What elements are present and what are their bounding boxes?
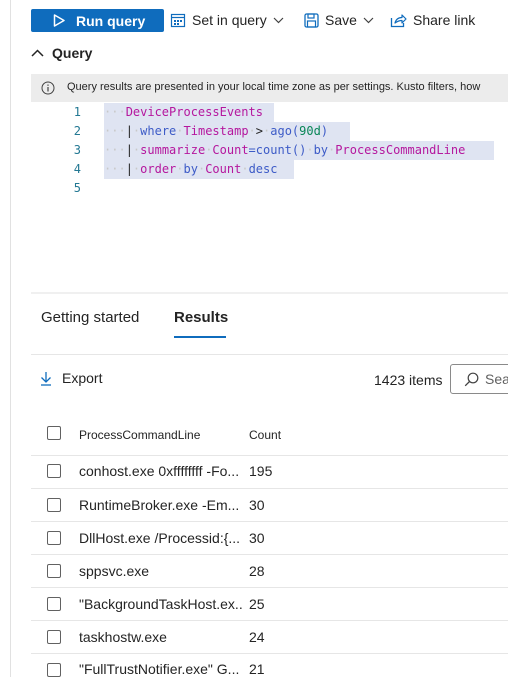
run-query-label: Run query: [76, 13, 146, 29]
alias-token: Count: [205, 162, 242, 176]
run-query-button[interactable]: Run query: [31, 9, 164, 32]
pipe-token: |: [125, 124, 133, 138]
code-line-1: ···DeviceProcessEvents: [104, 105, 263, 119]
command-toolbar: Run query Set in query Save Share link: [0, 0, 508, 40]
search-placeholder: Sea: [485, 371, 508, 387]
row-checkbox[interactable]: [47, 531, 61, 545]
pipe-token: |: [125, 162, 133, 176]
code-line-4: ···|·order·by·Count·desc: [104, 162, 278, 176]
row-divider: [31, 587, 508, 588]
cell-count: 24: [249, 629, 265, 645]
cell-command: "FullTrustNotifier.exe" G...: [79, 661, 240, 677]
header-divider: [31, 455, 508, 456]
row-checkbox[interactable]: [47, 663, 61, 677]
cell-command: taskhostw.exe: [79, 629, 167, 645]
column-header-processcommandline[interactable]: ProcessCommandLine: [79, 428, 200, 442]
cell-command: sppsvc.exe: [79, 563, 150, 579]
code-line-2: ···|·where·Timestamp·>·ago(90d): [104, 124, 329, 138]
number-token: 90d: [299, 124, 321, 138]
play-icon: [53, 14, 65, 27]
query-editor[interactable]: 1 2 3 4 5 ···DeviceProcessEvents ···|·wh…: [31, 102, 508, 292]
download-icon: [41, 371, 51, 386]
column-header-count[interactable]: Count: [249, 428, 281, 442]
search-box[interactable]: Sea: [450, 364, 508, 394]
timezone-info-bar: Query results are presented in your loca…: [31, 74, 508, 102]
info-icon: [41, 81, 55, 95]
row-checkbox[interactable]: [47, 597, 61, 611]
chevron-down-icon: [273, 17, 284, 23]
row-checkbox[interactable]: [47, 564, 61, 578]
export-label: Export: [62, 370, 103, 386]
table-name-token: DeviceProcessEvents: [125, 105, 263, 119]
keyword-token: by: [183, 162, 198, 176]
active-tab-indicator: [174, 336, 226, 338]
cell-count: 195: [249, 463, 273, 479]
save-icon: [304, 12, 319, 28]
calendar-icon: [170, 13, 186, 28]
row-divider: [31, 488, 508, 489]
cell-command: "BackgroundTaskHost.ex...: [79, 596, 244, 612]
chevron-up-icon: [31, 49, 44, 57]
panel-splitter[interactable]: [31, 292, 508, 294]
cell-command: RuntimeBroker.exe -Em...: [79, 497, 240, 513]
export-button[interactable]: Export: [40, 370, 102, 386]
cell-count: 21: [249, 661, 265, 677]
share-icon: [390, 13, 407, 27]
cell-command: conhost.exe 0xffffffff -Fo...: [79, 463, 240, 479]
row-divider: [31, 653, 508, 654]
query-section-title: Query: [52, 45, 93, 61]
chevron-down-icon: [363, 17, 374, 23]
line-number: 4: [73, 162, 81, 176]
keyword-token: where: [140, 124, 177, 138]
pipe-token: |: [125, 143, 133, 157]
alias-token: Count: [212, 143, 249, 157]
row-checkbox[interactable]: [47, 630, 61, 644]
line-number: 3: [73, 143, 81, 157]
function-token: ago(: [270, 124, 300, 138]
search-icon: [464, 372, 479, 386]
tab-getting-started[interactable]: Getting started: [41, 309, 139, 326]
left-border: [10, 0, 11, 677]
cell-count: 28: [249, 563, 265, 579]
set-in-query-label: Set in query: [192, 12, 267, 28]
keyword-token: by: [313, 143, 329, 157]
set-in-query-dropdown[interactable]: Set in query: [170, 12, 284, 28]
operator-token: >: [255, 124, 264, 138]
line-number: 5: [73, 181, 81, 195]
row-checkbox[interactable]: [47, 498, 61, 512]
line-number: 1: [73, 105, 81, 119]
code-line-3: ···|·summarize·Count=count()·by·ProcessC…: [104, 143, 466, 157]
field-token: Timestamp: [183, 124, 249, 138]
info-message: Query results are presented in your loca…: [67, 81, 481, 93]
query-section-toggle[interactable]: Query: [31, 45, 92, 61]
cell-count: 30: [249, 497, 265, 513]
save-dropdown[interactable]: Save: [304, 12, 374, 28]
row-divider: [31, 620, 508, 621]
row-checkbox[interactable]: [47, 464, 61, 478]
tabs-divider: [31, 354, 508, 355]
items-count: 1423 items: [374, 372, 443, 388]
field-token: ProcessCommandLine: [335, 143, 466, 157]
share-link-label: Share link: [413, 12, 476, 28]
cell-command: DllHost.exe /Processid:{...: [79, 530, 241, 546]
row-divider: [31, 521, 508, 522]
function-token: =count(): [248, 143, 307, 157]
save-label: Save: [325, 12, 357, 28]
share-link-button[interactable]: Share link: [390, 12, 475, 28]
row-divider: [31, 554, 508, 555]
keyword-token: summarize: [140, 143, 206, 157]
select-all-checkbox[interactable]: [47, 426, 61, 440]
keyword-token: order: [140, 162, 177, 176]
keyword-token: desc: [248, 162, 278, 176]
tab-results[interactable]: Results: [174, 309, 228, 326]
cell-count: 30: [249, 530, 265, 546]
cell-count: 25: [249, 596, 265, 612]
paren-token: ): [320, 124, 329, 138]
line-number: 2: [73, 124, 81, 138]
